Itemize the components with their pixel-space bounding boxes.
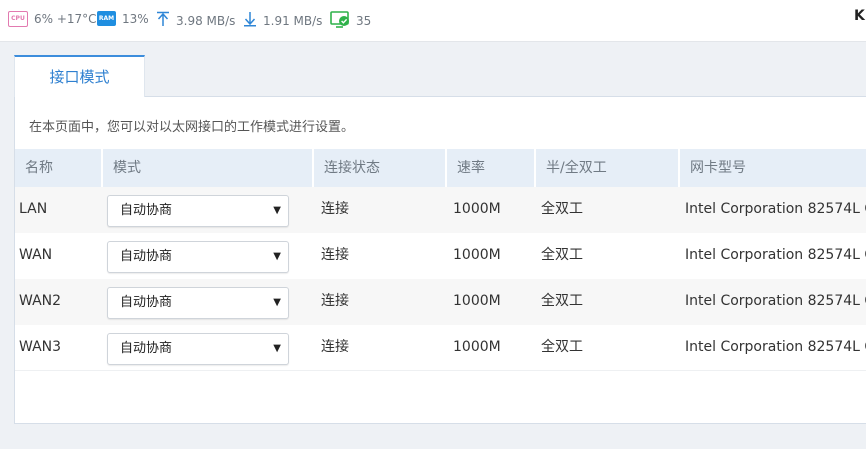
mode-select-value: 自动协商 <box>120 203 173 218</box>
dropdown-arrow-icon: ▼ <box>273 297 281 308</box>
mode-select[interactable]: 自动协商 ▼ <box>107 195 289 227</box>
dropdown-arrow-icon: ▼ <box>273 343 281 354</box>
cell-name: WAN2 <box>19 293 62 309</box>
header-mode: 模式 <box>103 149 314 187</box>
dropdown-arrow-icon: ▼ <box>273 205 281 216</box>
online-devices-icon <box>330 11 350 31</box>
ram-icon: RAM <box>97 11 116 26</box>
cell-nic-model: Intel Corporation 82574L Gi <box>685 339 866 355</box>
header-link-status: 连接状态 <box>314 149 447 187</box>
cell-link-status: 连接 <box>321 247 349 263</box>
cell-nic-model: Intel Corporation 82574L Gi <box>685 293 866 309</box>
cpu-icon: CPU <box>8 11 28 27</box>
cell-duplex: 全双工 <box>541 247 583 263</box>
cell-duplex: 全双工 <box>541 339 583 355</box>
table-header: 名称 模式 连接状态 速率 半/全双工 网卡型号 <box>15 149 866 187</box>
mode-select[interactable]: 自动协商 ▼ <box>107 287 289 319</box>
mode-select-value: 自动协商 <box>120 295 173 310</box>
cell-link-status: 连接 <box>321 339 349 355</box>
online-stat: 35 <box>330 11 371 31</box>
download-arrow-icon <box>243 11 257 30</box>
table-row: LAN 自动协商 ▼ 连接 1000M 全双工 Intel Corporation… <box>15 187 866 233</box>
cpu-stat: CPU 6% +17°C <box>8 11 97 27</box>
table-row: WAN 自动协商 ▼ 连接 1000M 全双工 Intel Corporation… <box>15 233 866 279</box>
header-duplex: 半/全双工 <box>536 149 680 187</box>
header-speed: 速率 <box>447 149 536 187</box>
cell-duplex: 全双工 <box>541 293 583 309</box>
download-stat: 1.91 MB/s <box>243 11 322 30</box>
tab-interface-mode[interactable]: 接口模式 <box>14 55 145 97</box>
cell-name: LAN <box>19 201 48 217</box>
ram-text: 13% <box>122 11 149 26</box>
ram-stat: RAM 13% <box>97 11 149 26</box>
upload-stat: 3.98 MB/s <box>156 11 235 30</box>
online-count: 35 <box>356 14 372 28</box>
cell-name: WAN3 <box>19 339 62 355</box>
mode-select[interactable]: 自动协商 ▼ <box>107 241 289 273</box>
cell-speed: 1000M <box>453 247 501 263</box>
upload-speed: 3.98 MB/s <box>176 13 236 28</box>
download-speed: 1.91 MB/s <box>263 13 323 28</box>
cell-link-status: 连接 <box>321 293 349 309</box>
cell-speed: 1000M <box>453 293 501 309</box>
cell-name: WAN <box>19 247 53 263</box>
cell-speed: 1000M <box>453 339 501 355</box>
cpu-text: 6% +17°C <box>34 12 97 26</box>
cell-link-status: 连接 <box>321 201 349 217</box>
cell-duplex: 全双工 <box>541 201 583 217</box>
mode-select-value: 自动协商 <box>120 249 173 264</box>
corner-label: K <box>854 8 865 24</box>
header-nic-model: 网卡型号 <box>690 160 746 176</box>
cell-speed: 1000M <box>453 201 501 217</box>
status-bar: CPU 6% +17°C RAM 13% 3.98 MB/s 1.91 MB/s… <box>0 0 866 42</box>
cell-nic-model: Intel Corporation 82574L Gi <box>685 201 866 217</box>
header-name: 名称 <box>15 149 103 187</box>
page-description: 在本页面中，您可以对以太网接口的工作模式进行设置。 <box>29 120 355 135</box>
mode-select-value: 自动协商 <box>120 341 173 356</box>
mode-select[interactable]: 自动协商 ▼ <box>107 333 289 365</box>
cell-nic-model: Intel Corporation 82574L Gi <box>685 247 866 263</box>
interface-mode-panel: 在本页面中，您可以对以太网接口的工作模式进行设置。 名称 模式 连接状态 速率 … <box>14 96 866 424</box>
dropdown-arrow-icon: ▼ <box>273 251 281 262</box>
table-row: WAN3 自动协商 ▼ 连接 1000M 全双工 Intel Corporatio… <box>15 325 866 371</box>
upload-arrow-icon <box>156 11 170 30</box>
table-row: WAN2 自动协商 ▼ 连接 1000M 全双工 Intel Corporatio… <box>15 279 866 325</box>
